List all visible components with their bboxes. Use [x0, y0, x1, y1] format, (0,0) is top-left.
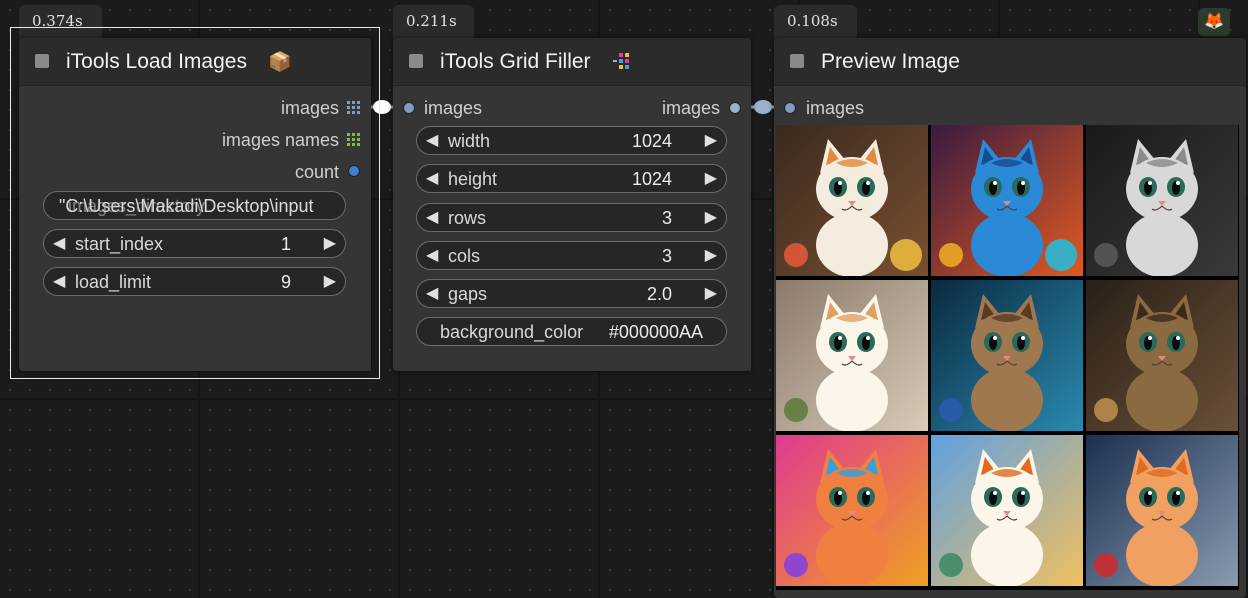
increment-arrow-icon[interactable]: ▶: [705, 245, 717, 265]
gaps-label: gaps: [448, 284, 488, 304]
height-widget[interactable]: ◀ height 1024 ▶: [416, 164, 727, 193]
package-icon: 📦: [268, 52, 292, 73]
node-title-bar[interactable]: Preview Image: [774, 38, 1246, 86]
collapse-toggle[interactable]: [35, 54, 49, 68]
rows-value: 3: [661, 208, 672, 228]
decrement-arrow-icon[interactable]: ◀: [426, 283, 438, 303]
node-title-bar[interactable]: iTools Grid Filler: [393, 38, 751, 86]
increment-arrow-icon[interactable]: ▶: [324, 271, 336, 291]
cat-steampunk-cell: [1086, 280, 1238, 431]
itools-grid-filler-node[interactable]: iTools Grid Filler images images ◀ width…: [393, 38, 751, 371]
images-input-dot[interactable]: [403, 102, 415, 114]
decrement-arrow-icon[interactable]: ◀: [53, 233, 65, 253]
increment-arrow-icon[interactable]: ▶: [705, 207, 717, 227]
cat-sitting-cell: [776, 280, 928, 431]
cat-rainbow-cell: [776, 435, 928, 586]
rows-label: rows: [448, 208, 487, 228]
link-midpoint-handle[interactable]: [754, 100, 772, 114]
cat-blue-cubes-cell: [931, 125, 1083, 276]
preview-image-grid[interactable]: [776, 125, 1239, 590]
load-limit-label: load_limit: [75, 272, 152, 292]
background-color-value: #000000AA: [608, 322, 703, 342]
cols-label: cols: [448, 246, 481, 266]
gaps-widget[interactable]: ◀ gaps 2.0 ▶: [416, 279, 727, 308]
height-label: height: [448, 169, 498, 189]
decrement-arrow-icon[interactable]: ◀: [426, 168, 438, 188]
increment-arrow-icon[interactable]: ▶: [705, 283, 717, 303]
start-index-widget[interactable]: ◀ start_index 1 ▶: [43, 229, 346, 258]
width-label: width: [448, 131, 491, 151]
input-images-label: images: [424, 98, 483, 118]
output-images-label: images: [280, 98, 339, 118]
load-limit-widget[interactable]: ◀ load_limit 9 ▶: [43, 267, 346, 296]
image-grid-icon[interactable]: [347, 101, 360, 114]
decrement-arrow-icon[interactable]: ◀: [426, 245, 438, 265]
increment-arrow-icon[interactable]: ▶: [705, 168, 717, 188]
increment-arrow-icon[interactable]: ▶: [324, 233, 336, 253]
collapse-toggle[interactable]: [790, 54, 804, 68]
load-limit-value: 9: [280, 272, 291, 292]
node-title-bar[interactable]: iTools Load Images 📦: [19, 38, 371, 86]
cols-widget[interactable]: ◀ cols 3 ▶: [416, 241, 727, 270]
count-output-dot[interactable]: [348, 165, 360, 177]
decrement-arrow-icon[interactable]: ◀: [426, 130, 438, 150]
cat-armor-cell: [931, 280, 1083, 431]
node-title: iTools Grid Filler: [440, 50, 591, 73]
directory-path-field[interactable]: "C:\Users\Makadi\Desktop\input images_di…: [43, 191, 346, 220]
cat-grey-cell: [1086, 125, 1238, 276]
images-input-dot[interactable]: [784, 102, 796, 114]
background-color-label: background_color: [440, 322, 584, 342]
cat-toys-cell: [776, 125, 928, 276]
input-images-label: images: [806, 98, 865, 118]
output-images-names-label: images names: [221, 130, 339, 150]
node-title: iTools Load Images: [66, 50, 247, 73]
decrement-arrow-icon[interactable]: ◀: [53, 271, 65, 291]
images-output-dot[interactable]: [729, 102, 741, 114]
cat-anime-cell: [931, 435, 1083, 586]
output-images-label: images: [661, 98, 720, 118]
cols-value: 3: [661, 246, 672, 266]
gaps-value: 2.0: [646, 284, 672, 304]
cat-hero-cell: [1086, 435, 1238, 586]
width-widget[interactable]: ◀ width 1024 ▶: [416, 126, 727, 155]
decrement-arrow-icon[interactable]: ◀: [426, 207, 438, 227]
link-midpoint-handle[interactable]: [373, 100, 391, 114]
rows-widget[interactable]: ◀ rows 3 ▶: [416, 203, 727, 232]
names-grid-icon[interactable]: [347, 133, 360, 146]
width-value: 1024: [631, 131, 672, 151]
start-index-label: start_index: [75, 234, 164, 254]
background-color-field[interactable]: background_color #000000AA: [416, 317, 727, 346]
preview-image-node[interactable]: Preview Image images: [774, 38, 1246, 598]
start-index-value: 1: [280, 234, 291, 254]
directory-path-overlay: images_directory: [68, 196, 206, 216]
collapse-toggle[interactable]: [409, 54, 423, 68]
height-value: 1024: [631, 169, 672, 189]
output-count-label: count: [294, 162, 339, 182]
increment-arrow-icon[interactable]: ▶: [705, 130, 717, 150]
itools-load-images-node[interactable]: iTools Load Images 📦 images images names…: [19, 38, 371, 371]
node-title: Preview Image: [821, 50, 960, 73]
grid-filler-icon: [613, 53, 629, 69]
